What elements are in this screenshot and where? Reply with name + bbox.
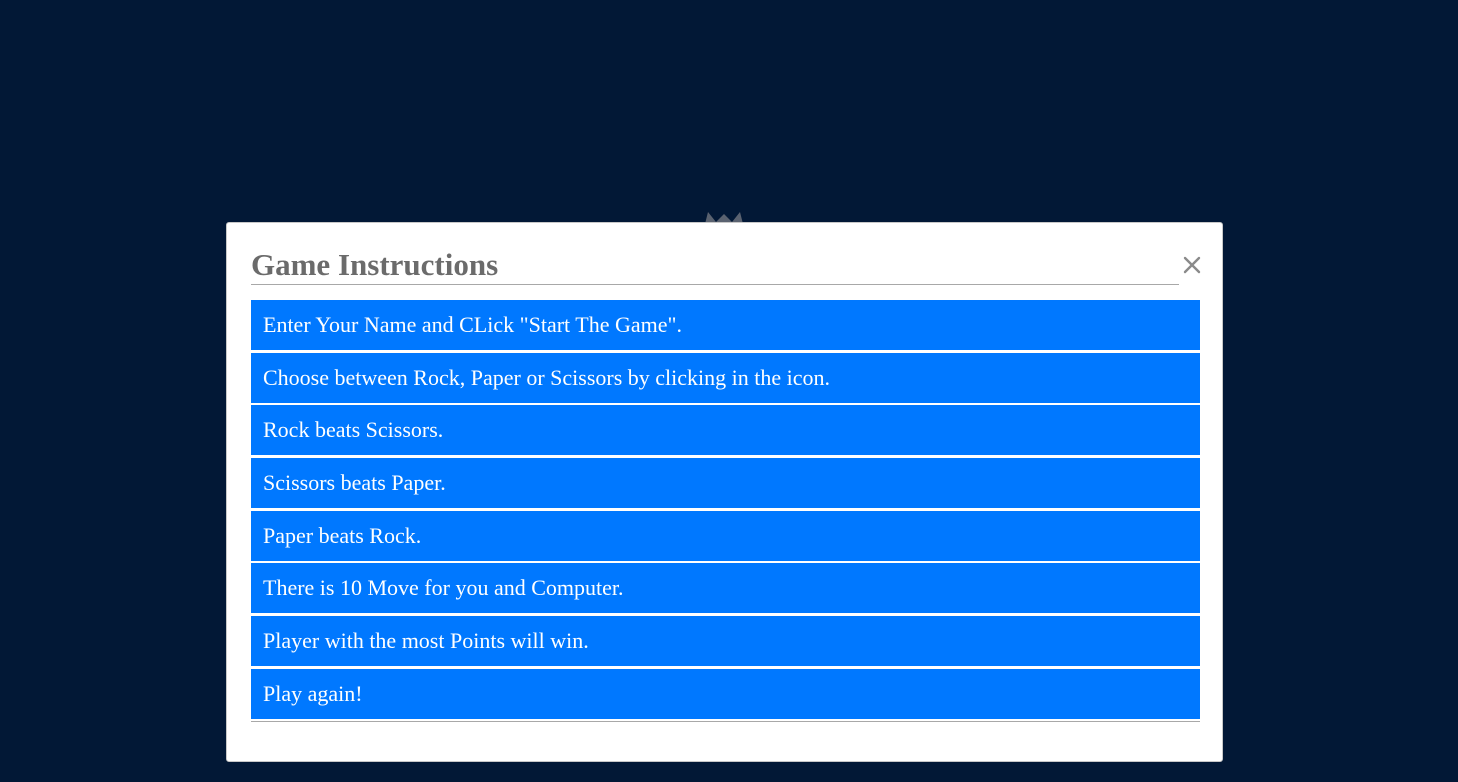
instruction-item: There is 10 Move for you and Computer. [251,563,1200,614]
close-button[interactable] [1180,253,1204,277]
instructions-modal: Game Instructions Enter Your Name and CL… [226,222,1223,762]
instruction-item: Player with the most Points will win. [251,616,1200,667]
instruction-item: Paper beats Rock. [251,510,1200,561]
instruction-item: Enter Your Name and CLick "Start The Gam… [251,300,1200,350]
close-icon [1183,256,1201,274]
instruction-item: Play again! [251,668,1200,719]
instruction-item: Choose between Rock, Paper or Scissors b… [251,352,1200,403]
instruction-item: Rock beats Scissors. [251,405,1200,456]
modal-title: Game Instructions [251,247,499,282]
instructions-list: Enter Your Name and CLick "Start The Gam… [251,300,1200,722]
instruction-item: Scissors beats Paper. [251,458,1200,509]
modal-header: Game Instructions [251,247,1179,285]
